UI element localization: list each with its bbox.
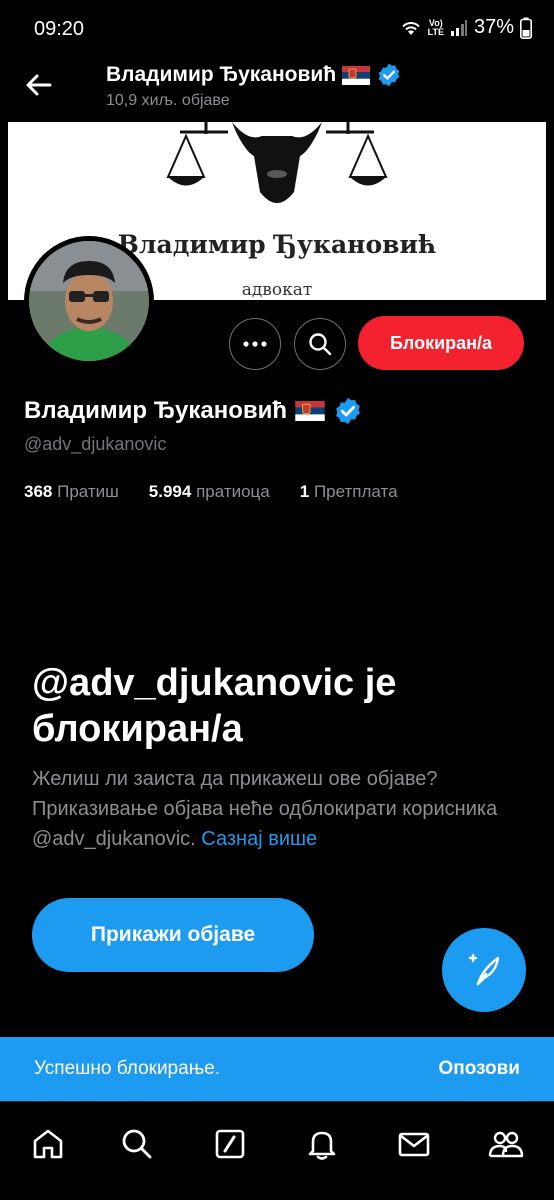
battery-icon: [520, 17, 532, 39]
bell-icon: [308, 1131, 336, 1160]
status-time: 09:20: [34, 18, 85, 40]
nav-communities[interactable]: [484, 1122, 528, 1166]
header-posts-count: 10,9 хиљ. објаве: [106, 92, 230, 109]
profile-header: Владимир Ђукановић 10,9 хиљ. објаве: [0, 58, 554, 122]
verified-badge-icon: [378, 63, 400, 87]
snackbar: Успешно блокирање. Опозови: [0, 1037, 554, 1101]
avatar[interactable]: [24, 236, 154, 366]
compose-post-button[interactable]: [442, 928, 526, 1012]
header-name: Владимир Ђукановић: [106, 62, 402, 88]
snackbar-message: Успешно блокирање.: [34, 1058, 220, 1079]
profile-handle: @adv_djukanovic: [24, 434, 167, 454]
signal-icon: [450, 19, 467, 36]
bottom-navigation: [0, 1101, 554, 1200]
avatar-image: [29, 241, 149, 361]
back-arrow-icon: [26, 74, 52, 96]
blocked-title: @adv_djukanovic je блокиран/а: [32, 662, 397, 750]
blocked-description: Желиш ли заиста да прикажеш ове објаве? …: [32, 768, 498, 850]
status-icons: Vo) LTE 37%: [400, 16, 532, 39]
stat-subscriptions[interactable]: 1 Претплата: [300, 482, 398, 502]
nav-home[interactable]: [26, 1122, 70, 1166]
nav-messages[interactable]: [392, 1122, 436, 1166]
mail-icon: [398, 1132, 430, 1157]
back-button[interactable]: [22, 68, 56, 102]
grok-icon: [215, 1129, 245, 1159]
serbian-flag-icon: [295, 401, 325, 421]
nav-search[interactable]: [115, 1122, 159, 1166]
verified-badge-icon[interactable]: [333, 396, 363, 426]
more-icon: [243, 341, 267, 347]
scales-bull-logo: [166, 122, 388, 203]
search-icon: [122, 1129, 152, 1159]
compose-icon: [468, 953, 500, 986]
profile-name: Владимир Ђукановић: [24, 396, 363, 426]
more-options-button[interactable]: [229, 318, 281, 370]
search-profile-button[interactable]: [294, 318, 346, 370]
profile-stats: 368 Пратиш 5.994 пратиоца 1 Претплата: [24, 482, 428, 502]
serbian-flag-icon: [342, 65, 371, 85]
battery-percent: 37%: [473, 16, 514, 38]
search-icon: [309, 333, 332, 356]
nav-notifications[interactable]: [300, 1122, 344, 1166]
home-icon: [33, 1129, 63, 1159]
volte-indicator: Vo) LTE: [427, 17, 444, 37]
stat-following[interactable]: 368 Пратиш: [24, 482, 119, 502]
status-bar: 09:20 Vo) LTE 37%: [0, 0, 554, 58]
blocked-button[interactable]: Блокиран/а: [358, 316, 524, 370]
communities-icon: [488, 1131, 524, 1158]
wifi-icon: [401, 21, 420, 35]
undo-button[interactable]: Опозови: [438, 1058, 520, 1080]
nav-grok[interactable]: [208, 1122, 252, 1166]
show-posts-button[interactable]: Прикажи објаве: [32, 898, 314, 972]
stat-followers[interactable]: 5.994 пратиоца: [149, 482, 270, 502]
learn-more-link[interactable]: Сазнај више: [201, 828, 317, 850]
